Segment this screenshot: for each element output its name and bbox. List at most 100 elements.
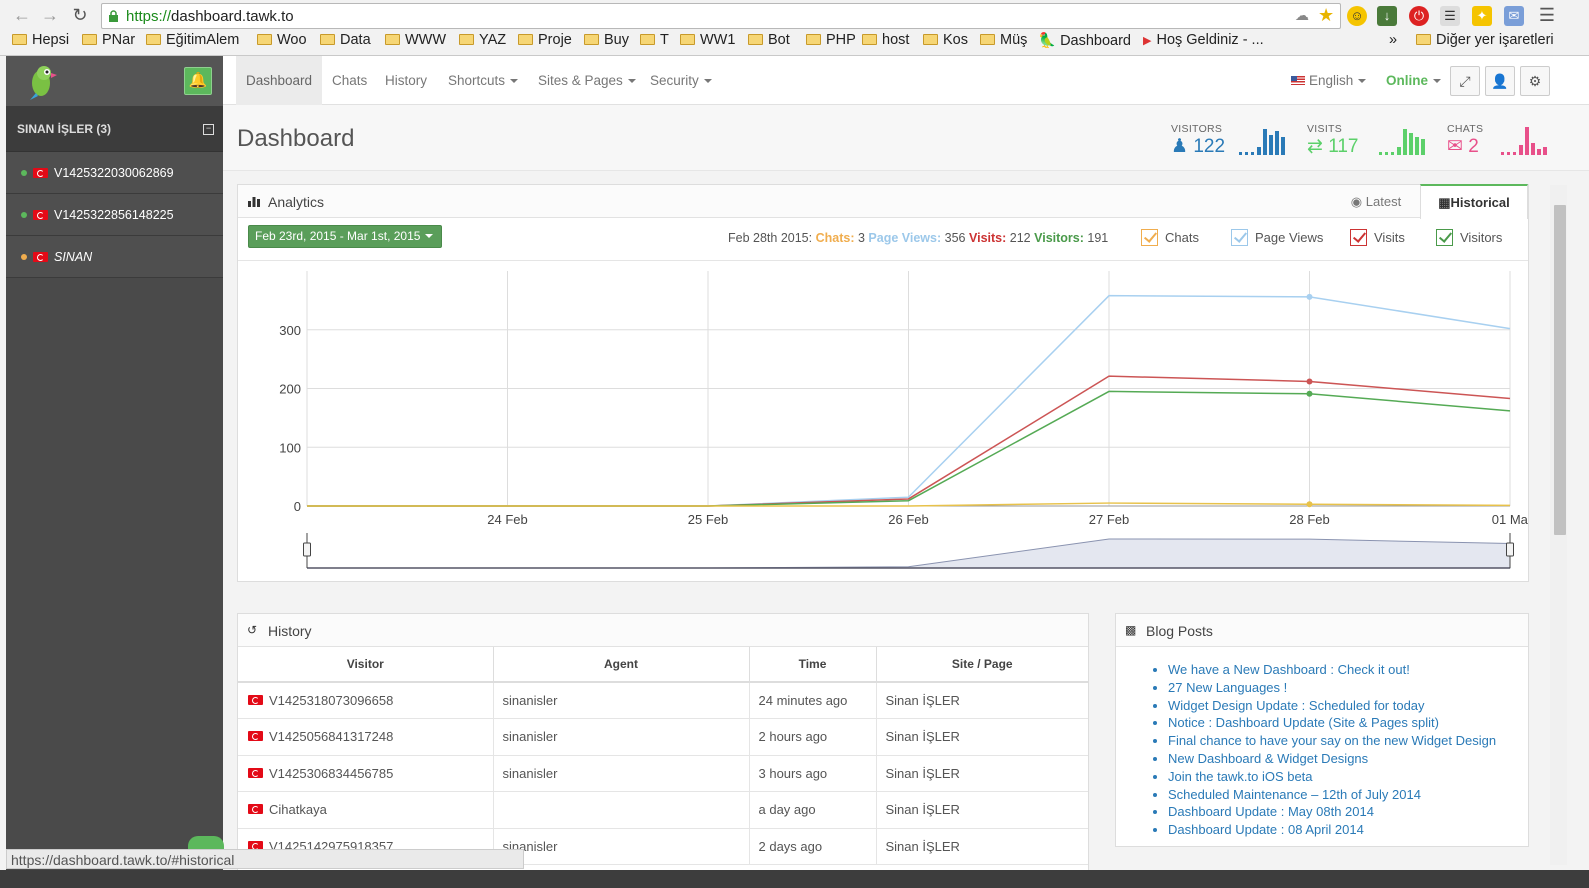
column-header[interactable]: Agent bbox=[493, 647, 750, 683]
mail-extension-icon[interactable]: ✉ bbox=[1504, 6, 1524, 26]
collapse-icon[interactable]: − bbox=[203, 124, 214, 135]
blog-post-link[interactable]: Final chance to have your say on the new… bbox=[1168, 732, 1496, 750]
power-extension-icon[interactable]: ⏻ bbox=[1409, 6, 1429, 26]
bookmark-item[interactable]: Hepsi bbox=[12, 32, 69, 48]
bookmark-item[interactable]: 🦜 Dashboard bbox=[1038, 32, 1131, 49]
history-icon: ↺ bbox=[247, 623, 258, 637]
series-toggle[interactable]: Chats bbox=[1141, 229, 1199, 246]
date-range-label: Feb 23rd, 2015 - Mar 1st, 2015 bbox=[255, 229, 421, 243]
language-label: English bbox=[1309, 73, 1354, 88]
column-header[interactable]: Visitor bbox=[238, 647, 494, 683]
bookmark-item[interactable]: PHP bbox=[806, 32, 856, 48]
star-icon[interactable]: ★ bbox=[1318, 5, 1334, 26]
turkey-flag-icon bbox=[33, 210, 48, 220]
download-extension-icon[interactable]: ↓ bbox=[1377, 6, 1397, 26]
nav-security[interactable]: Security bbox=[650, 56, 712, 105]
table-cell: sinanisler bbox=[493, 755, 750, 792]
sparkle-extension-icon[interactable]: ✦ bbox=[1472, 6, 1492, 26]
tawk-logo-icon[interactable] bbox=[22, 63, 60, 101]
date-range-picker[interactable]: Feb 23rd, 2015 - Mar 1st, 2015 bbox=[248, 225, 443, 248]
table-row[interactable]: V1425056841317248 sinanisler 2 hours ago Si… bbox=[238, 718, 1088, 756]
blog-post-link[interactable]: New Dashboard & Widget Designs bbox=[1168, 750, 1496, 768]
page-scrollbar[interactable] bbox=[1550, 185, 1567, 865]
blog-title: Blog Posts bbox=[1146, 623, 1213, 639]
bookmark-item[interactable]: YAZ bbox=[459, 32, 506, 48]
tab-latest[interactable]: ◉ Latest bbox=[1334, 185, 1418, 218]
fullscreen-icon[interactable]: ⤢ bbox=[1450, 66, 1480, 96]
folder-icon bbox=[806, 34, 821, 45]
blog-post-link[interactable]: Join the tawk.to iOS beta bbox=[1168, 768, 1496, 786]
bookmark-item[interactable]: Data bbox=[320, 32, 371, 48]
bookmark-item[interactable]: PNar bbox=[82, 32, 135, 48]
table-row[interactable]: V1425306834456785 sinanisler 3 hours ago Si… bbox=[238, 755, 1088, 792]
bookmark-item[interactable]: Woo bbox=[257, 32, 307, 48]
tab-historical[interactable]: ▦Historical bbox=[1420, 184, 1528, 219]
back-icon[interactable]: ← bbox=[12, 5, 32, 25]
checkbox-icon bbox=[1436, 229, 1453, 246]
bookmark-item[interactable]: Bot bbox=[748, 32, 790, 48]
bookmark-item[interactable]: Buy bbox=[584, 32, 629, 48]
bookmark-item[interactable]: T bbox=[640, 32, 669, 48]
series-toggle-label: Chats bbox=[1165, 230, 1199, 245]
language-select[interactable]: English bbox=[1291, 56, 1367, 105]
history-table: Visitor Agent Time Site / Page V14253180… bbox=[238, 647, 1088, 865]
summary-label: Visitors: bbox=[1034, 231, 1084, 245]
status-select[interactable]: Online bbox=[1386, 56, 1442, 105]
blog-post-link[interactable]: We have a New Dashboard : Check it out! bbox=[1168, 661, 1496, 679]
table-cell-text: Sinan İŞLER bbox=[885, 802, 960, 818]
bookmark-label: PHP bbox=[826, 32, 856, 48]
gear-icon[interactable]: ⚙ bbox=[1520, 66, 1550, 96]
navigator-handle bbox=[1506, 542, 1514, 557]
blog-post-link[interactable]: Scheduled Maintenance – 12th of July 201… bbox=[1168, 786, 1496, 804]
bookmark-item[interactable]: Proje bbox=[518, 32, 572, 48]
series-toggle[interactable]: Visitors bbox=[1436, 229, 1502, 246]
bookmark-item[interactable]: host bbox=[862, 32, 909, 48]
visits-count: 117 bbox=[1328, 136, 1359, 157]
sidebar-group-header[interactable]: SINAN İŞLER (3) − bbox=[6, 106, 223, 152]
table-cell: Sinan İŞLER bbox=[876, 682, 1088, 719]
bookmark-item[interactable]: EğitimAlem bbox=[146, 32, 239, 48]
x-tick-label: 24 Feb bbox=[487, 512, 527, 527]
sidebar-visitor-item[interactable]: V1425322856148225 bbox=[6, 194, 223, 236]
address-bar[interactable]: https://dashboard.tawk.to ☁ ★ bbox=[101, 3, 1341, 29]
bookmark-item[interactable]: Kos bbox=[923, 32, 968, 48]
column-header[interactable]: Time bbox=[749, 647, 877, 683]
series-toggle[interactable]: Visits bbox=[1350, 229, 1405, 246]
table-cell-text: 3 hours ago bbox=[758, 765, 828, 781]
cloud-icon[interactable]: ☁ bbox=[1295, 7, 1315, 23]
nav-sites-pages[interactable]: Sites & Pages bbox=[538, 56, 636, 105]
visits-stat: VISITS ⇄ 117 bbox=[1307, 123, 1359, 158]
blog-post-link[interactable]: 27 New Languages ! bbox=[1168, 679, 1496, 697]
nav-shortcuts[interactable]: Shortcuts bbox=[448, 56, 519, 105]
scrollbar-thumb[interactable] bbox=[1554, 205, 1566, 535]
nav-chats[interactable]: Chats bbox=[332, 56, 367, 105]
emoji-extension-icon[interactable]: ☺ bbox=[1347, 6, 1367, 26]
notes-extension-icon[interactable]: ☰ bbox=[1440, 6, 1460, 26]
blog-post-link[interactable]: Widget Design Update : Scheduled for tod… bbox=[1168, 697, 1496, 715]
blog-post-link[interactable]: Dashboard Update : 08 April 2014 bbox=[1168, 821, 1496, 839]
bookmark-item[interactable]: Müş bbox=[980, 32, 1027, 48]
user-icon[interactable]: 👤 bbox=[1485, 66, 1515, 96]
bookmark-item[interactable]: WW1 bbox=[680, 32, 735, 48]
table-cell-text: Sinan İŞLER bbox=[885, 693, 960, 708]
bookmark-item[interactable]: WWW bbox=[385, 32, 446, 48]
table-cell: Sinan İŞLER bbox=[876, 791, 1088, 829]
series-toggle[interactable]: Page Views bbox=[1231, 229, 1323, 246]
reload-icon[interactable]: ↻ bbox=[70, 5, 90, 25]
blog-post-link[interactable]: Dashboard Update : May 08th 2014 bbox=[1168, 803, 1496, 821]
notification-bell-icon[interactable]: 🔔 bbox=[184, 67, 212, 95]
sidebar-visitor-item[interactable]: V1425322030062869 bbox=[6, 152, 223, 194]
table-row[interactable]: V1425318073096658 sinanisler 24 minutes ag… bbox=[238, 682, 1088, 719]
table-row[interactable]: Cihatkaya a day ago Sinan İŞLER bbox=[238, 791, 1088, 829]
nav-dashboard[interactable]: Dashboard bbox=[236, 56, 322, 105]
sidebar-visitor-item[interactable]: SINAN bbox=[6, 236, 223, 278]
bookmark-label: Bot bbox=[768, 32, 790, 48]
bookmark-item[interactable]: ▶ Hoş Geldiniz - ... bbox=[1143, 32, 1264, 48]
forward-icon[interactable]: → bbox=[40, 5, 60, 25]
menu-icon[interactable]: ☰ bbox=[1537, 5, 1557, 25]
other-bookmarks[interactable]: Diğer yer işaretleri bbox=[1416, 32, 1554, 48]
column-header[interactable]: Site / Page bbox=[876, 647, 1088, 683]
nav-history[interactable]: History bbox=[385, 56, 427, 105]
blog-post-link[interactable]: Notice : Dashboard Update (Site & Pages … bbox=[1168, 714, 1496, 732]
bookmarks-overflow-button[interactable]: » bbox=[1389, 32, 1397, 48]
